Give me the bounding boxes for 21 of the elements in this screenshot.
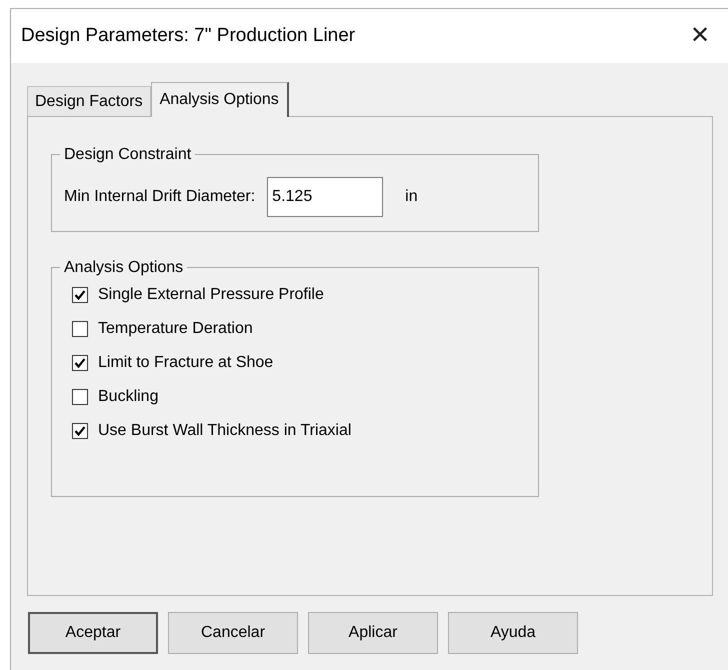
checkbox[interactable] — [72, 355, 88, 371]
close-button[interactable]: ✕ — [682, 18, 718, 54]
input-field[interactable]: 5.125 — [267, 177, 384, 217]
checkbox[interactable] — [72, 389, 88, 405]
checkbox-label: Use Burst Wall Thickness in Triaxial — [98, 421, 352, 441]
dialog-button[interactable]: Cancelar — [168, 612, 298, 654]
checkbox[interactable] — [72, 423, 88, 439]
dialog-button[interactable]: Aplicar — [308, 612, 438, 654]
checkbox[interactable] — [72, 287, 88, 303]
checkbox-label: Single External Pressure Profile — [98, 285, 324, 305]
dialog-button[interactable]: Ayuda — [448, 612, 578, 654]
checkbox-label: Buckling — [98, 387, 158, 407]
tab[interactable]: Design Factors — [27, 86, 151, 116]
field-label: Min Internal Drift Diameter: — [64, 187, 256, 207]
checkbox-label: Limit to Fracture at Shoe — [98, 353, 274, 373]
unit-label: in — [405, 187, 418, 207]
checkbox[interactable] — [72, 321, 88, 337]
window-title: Design Parameters: 7" Production Liner — [21, 24, 356, 48]
tab[interactable]: Analysis Options — [150, 82, 289, 117]
dialog-button[interactable]: Aceptar — [28, 612, 158, 654]
checkbox-label: Temperature Deration — [98, 319, 253, 339]
